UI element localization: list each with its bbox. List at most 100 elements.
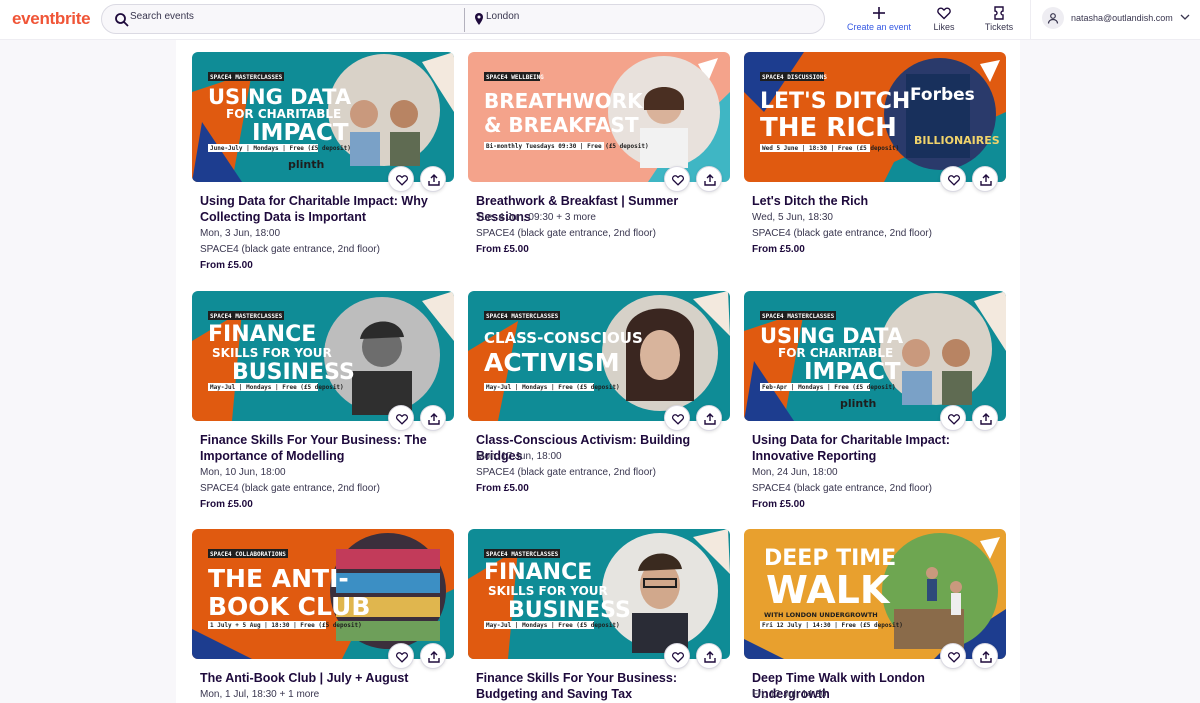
like-button[interactable] [388,643,414,669]
create-event-label: Create an event [846,22,912,32]
heart-icon [395,414,409,425]
share-button[interactable] [972,166,998,192]
nav-divider [1030,0,1031,40]
event-banner[interactable]: Forbes BILLIONAIRES SPACE4 DISCUSSIONS L… [744,52,1006,182]
event-title[interactable]: Finance Skills For Your Business: The Im… [200,432,450,464]
banner-line3: IMPACT [252,120,349,146]
create-event-button[interactable]: Create an event [846,5,912,32]
ticket-icon [994,6,1004,20]
share-button[interactable] [420,405,446,431]
event-date: Mon, 1 Jul, 18:30 + 1 more [200,689,320,700]
banner-tag: SPACE4 COLLABORATIONS [210,551,286,558]
share-button[interactable] [420,643,446,669]
event-title[interactable]: Let's Ditch the Rich [752,193,1002,209]
like-button[interactable] [940,166,966,192]
event-venue: SPACE4 (black gate entrance, 2nd floor) [752,228,932,239]
event-title[interactable]: Using Data for Charitable Impact: Why Co… [200,193,450,225]
banner-strip: May-Jul | Mondays | Free (£5 deposit) [486,622,620,629]
likes-button[interactable]: Likes [926,5,962,32]
event-venue: SPACE4 (black gate entrance, 2nd floor) [752,483,932,494]
eventbrite-logo[interactable]: eventbrite [12,9,91,29]
share-icon [980,413,992,425]
banner-strip: May-Jul | Mondays | Free (£5 deposit) [210,384,344,391]
location-input[interactable]: London [486,11,519,22]
banner-line3: BUSINESS [508,598,631,623]
banner-strip: Wed 5 June | 18:30 | Free (£5 deposit) [762,145,899,152]
partner-logo: plinth [288,158,324,171]
like-button[interactable] [664,405,690,431]
share-icon [704,651,716,663]
search-bar[interactable]: Search events London [101,4,825,34]
like-button[interactable] [664,166,690,192]
heart-icon [671,414,685,425]
event-venue: SPACE4 (black gate entrance, 2nd floor) [200,483,380,494]
share-button[interactable] [972,643,998,669]
share-button[interactable] [972,405,998,431]
heart-icon [395,175,409,186]
event-banner[interactable]: SPACE4 MASTERCLASSES FINANCE SKILLS FOR … [468,529,730,659]
like-button[interactable] [388,166,414,192]
share-icon [428,413,440,425]
share-button[interactable] [696,643,722,669]
event-banner[interactable]: SPACE4 MASTERCLASSES FINANCE SKILLS FOR … [192,291,454,421]
event-banner[interactable]: SPACE4 COLLABORATIONS THE ANTI- BOOK CLU… [192,529,454,659]
banner-tag: SPACE4 MASTERCLASSES [486,313,559,320]
event-banner[interactable]: SPACE4 WELLBEING BREATHWORK & BREAKFAST … [468,52,730,182]
svg-text:Forbes: Forbes [910,85,975,105]
tickets-label: Tickets [984,22,1014,32]
svg-text:BILLIONAIRES: BILLIONAIRES [914,134,1000,147]
banner-strip: June-July | Mondays | Free (£5 deposit) [210,145,351,152]
event-title[interactable]: The Anti-Book Club | July + August [200,670,450,686]
chevron-down-icon[interactable] [1180,13,1190,21]
share-button[interactable] [420,166,446,192]
banner-line1: USING DATA [760,324,904,348]
banner-line2: FOR CHARITABLE [226,107,341,121]
like-button[interactable] [940,405,966,431]
banner-strip: Bi-monthly Tuesdays 09:30 | Free (£5 dep… [486,143,649,150]
event-date: Mon, 17 Jun, 18:00 [476,451,562,462]
banner-line2: THE RICH [760,113,897,143]
event-banner[interactable]: SPACE4 MASTERCLASSES CLASS-CONSCIOUS ACT… [468,291,730,421]
likes-label: Likes [933,22,955,32]
like-button[interactable] [388,405,414,431]
banner-line3: IMPACT [804,359,901,385]
banner-strip: May-Jul | Mondays | Free (£5 deposit) [486,384,620,391]
event-banner[interactable]: SPACE4 MASTERCLASSES USING DATA FOR CHAR… [192,52,454,182]
banner-line3: BUSINESS [232,360,355,385]
banner-line2: & BREAKFAST [484,113,639,137]
event-date: Tue, 4 Jun, 09:30 + 3 more [476,212,596,223]
plus-icon [873,7,885,19]
search-input[interactable]: Search events [130,11,194,22]
banner-line1: CLASS-CONSCIOUS [484,329,643,347]
share-icon [428,651,440,663]
heart-icon [937,7,951,20]
top-nav: eventbrite Search events London Create a… [0,0,1200,40]
heart-icon [947,652,961,663]
like-button[interactable] [940,643,966,669]
tickets-button[interactable]: Tickets [980,5,1018,32]
share-button[interactable] [696,166,722,192]
event-title[interactable]: Finance Skills For Your Business: Budget… [476,670,726,702]
heart-icon [947,175,961,186]
share-icon [428,174,440,186]
banner-tag: SPACE4 DISCUSSIONS [762,74,827,81]
event-date: Mon, 24 Jun, 18:00 [752,467,838,478]
banner-line1: THE ANTI- [208,564,349,593]
event-date: Fri, 12 Jul, 14:30 [752,689,827,700]
banner-tag: SPACE4 WELLBEING [486,74,544,81]
event-venue: SPACE4 (black gate entrance, 2nd floor) [476,467,656,478]
banner-line2: SKILLS FOR YOUR [212,346,332,360]
banner-line1: USING DATA [208,85,352,109]
event-grid: SPACE4 MASTERCLASSES USING DATA FOR CHAR… [176,40,1020,703]
event-banner[interactable]: SPACE4 MASTERCLASSES USING DATA FOR CHAR… [744,291,1006,421]
like-button[interactable] [664,643,690,669]
banner-tag: SPACE4 MASTERCLASSES [486,551,559,558]
event-banner[interactable]: DEEP TIME WALK WITH LONDON UNDERGROWTH F… [744,529,1006,659]
event-date: Wed, 5 Jun, 18:30 [752,212,833,223]
event-price: From £5.00 [752,499,805,510]
banner-line2: WALK [766,568,891,612]
share-button[interactable] [696,405,722,431]
banner-line1: LET'S DITCH [760,89,910,114]
heart-icon [395,652,409,663]
event-title[interactable]: Using Data for Charitable Impact: Innova… [752,432,1002,464]
